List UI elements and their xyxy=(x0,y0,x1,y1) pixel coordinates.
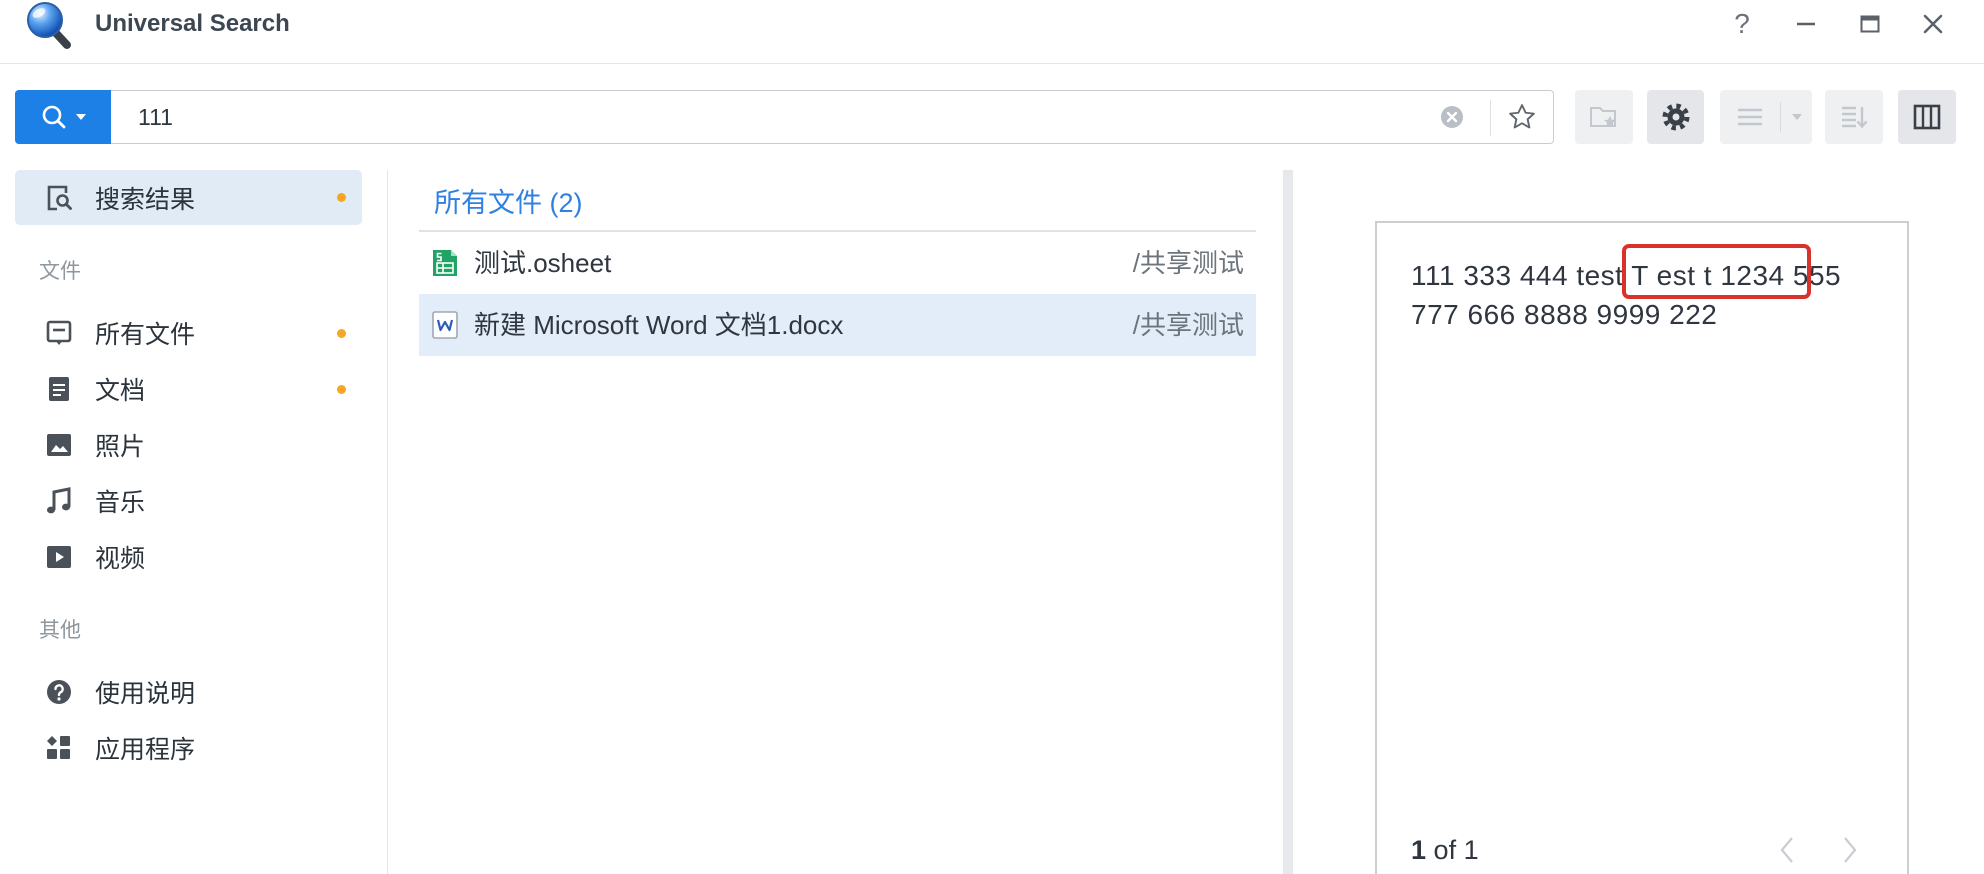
preview-text-segment: 111 333 444 test xyxy=(1411,260,1632,291)
preview-line: 111 333 444 test T est t 1234 555 xyxy=(1411,256,1841,295)
section-label-files: 文件 xyxy=(39,260,81,283)
badge-dot xyxy=(337,193,346,202)
docx-file-icon xyxy=(431,310,459,340)
list-view-toggle[interactable] xyxy=(1720,90,1780,144)
title-bar: Universal Search ? xyxy=(0,0,1984,64)
search-box xyxy=(15,90,1554,144)
badge-dot xyxy=(337,384,346,394)
universal-search-magnifier-icon xyxy=(24,0,74,50)
sidebar-item-photos[interactable]: 照片 xyxy=(15,417,362,473)
sidebar-item-help[interactable]: 使用说明 xyxy=(15,664,362,720)
page-current: 1 xyxy=(1411,835,1427,865)
search-mode-button[interactable] xyxy=(15,90,111,144)
search-input[interactable] xyxy=(138,91,1428,143)
sidebar-item-search-results[interactable]: 搜索结果 xyxy=(15,170,362,225)
sidebar-item-apps[interactable]: 应用程序 xyxy=(15,720,362,776)
search-icon xyxy=(42,105,66,129)
minimize-button[interactable] xyxy=(1786,4,1826,44)
apps-icon xyxy=(47,736,70,759)
preview-content: 111 333 444 test T est t 1234 555 777 66… xyxy=(1411,256,1841,334)
maximize-button[interactable] xyxy=(1850,4,1890,44)
result-row[interactable]: 测试.osheet /共享测试 xyxy=(419,232,1256,294)
sidebar-item-label: 音乐 xyxy=(95,489,146,517)
sidebar-item-documents[interactable]: 文档 xyxy=(15,361,362,417)
sidebar-item-label: 文档 xyxy=(95,377,146,405)
all-files-icon xyxy=(46,320,72,345)
sidebar-item-label: 搜索结果 xyxy=(95,185,196,214)
view-mode-button[interactable] xyxy=(1720,90,1812,144)
sort-icon xyxy=(1842,106,1868,129)
sort-button[interactable] xyxy=(1825,90,1883,144)
caret-down-icon xyxy=(1791,114,1802,120)
page-indicator: 1 of 1 xyxy=(1411,834,1479,866)
photo-icon xyxy=(47,434,71,456)
close-icon xyxy=(1923,14,1943,34)
gear-icon xyxy=(1662,103,1689,131)
preview-line: 777 666 8888 9999 222 xyxy=(1411,299,1718,330)
sidebar: 搜索结果 文件 所有文件 文档 照片 音乐 视频 其他 使用说明 应用程序 xyxy=(0,170,388,874)
file-path: /共享测试 xyxy=(1132,310,1244,340)
sidebar-item-label: 照片 xyxy=(95,433,146,461)
folder-star-icon xyxy=(1590,107,1616,127)
results-header: 所有文件 (2) xyxy=(419,170,1256,232)
result-row[interactable]: 新建 Microsoft Word 文档1.docx /共享测试 xyxy=(419,294,1256,356)
columns-layout-icon xyxy=(1913,104,1941,130)
app-title: Universal Search xyxy=(95,10,290,37)
maximize-icon xyxy=(1860,15,1880,33)
sidebar-item-label: 使用说明 xyxy=(95,680,196,708)
pane-splitter[interactable] xyxy=(1283,170,1293,874)
sidebar-item-label: 视频 xyxy=(95,545,146,573)
document-icon xyxy=(49,377,69,401)
sidebar-item-all-files[interactable]: 所有文件 xyxy=(15,305,362,361)
search-divider xyxy=(1490,100,1491,136)
file-path: /共享测试 xyxy=(1132,248,1244,278)
list-view-icon xyxy=(1738,108,1762,126)
help-label: ? xyxy=(1734,8,1750,39)
page-total: 1 xyxy=(1463,835,1479,865)
sidebar-item-label: 所有文件 xyxy=(95,321,196,349)
layout-button[interactable] xyxy=(1898,90,1956,144)
help-icon xyxy=(47,680,71,704)
help-button[interactable]: ? xyxy=(1722,4,1762,44)
search-results-icon xyxy=(47,185,72,210)
preview-pane: 111 333 444 test T est t 1234 555 777 66… xyxy=(1375,221,1909,874)
osheet-file-icon xyxy=(431,248,459,278)
other-section: 使用说明 应用程序 xyxy=(0,664,387,776)
favorite-folder-button[interactable] xyxy=(1575,90,1633,144)
view-mode-dropdown[interactable] xyxy=(1781,90,1812,144)
badge-dot xyxy=(337,328,346,338)
chevron-right-icon[interactable] xyxy=(1840,834,1860,866)
video-icon xyxy=(47,546,71,568)
clear-icon[interactable] xyxy=(1439,104,1465,130)
sidebar-item-videos[interactable]: 视频 xyxy=(15,529,362,585)
results-pane: 所有文件 (2) 测试.osheet /共享测试 新建 Microsoft Wo… xyxy=(419,170,1256,874)
highlighted-match: T est t 1234 xyxy=(1631,260,1785,291)
close-button[interactable] xyxy=(1913,4,1953,44)
minimize-icon xyxy=(1797,22,1815,26)
files-section: 所有文件 文档 照片 音乐 视频 xyxy=(0,305,387,585)
caret-down-icon xyxy=(76,114,86,120)
settings-button[interactable] xyxy=(1647,90,1704,144)
star-icon[interactable] xyxy=(1507,102,1537,132)
page-of-label: of xyxy=(1433,835,1457,865)
section-label-other: 其他 xyxy=(39,619,81,642)
music-icon xyxy=(47,487,71,514)
sidebar-item-music[interactable]: 音乐 xyxy=(15,473,362,529)
sidebar-item-label: 应用程序 xyxy=(95,736,196,764)
file-name: 测试.osheet xyxy=(474,248,612,278)
file-name: 新建 Microsoft Word 文档1.docx xyxy=(474,310,844,340)
chevron-left-icon[interactable] xyxy=(1777,834,1797,866)
